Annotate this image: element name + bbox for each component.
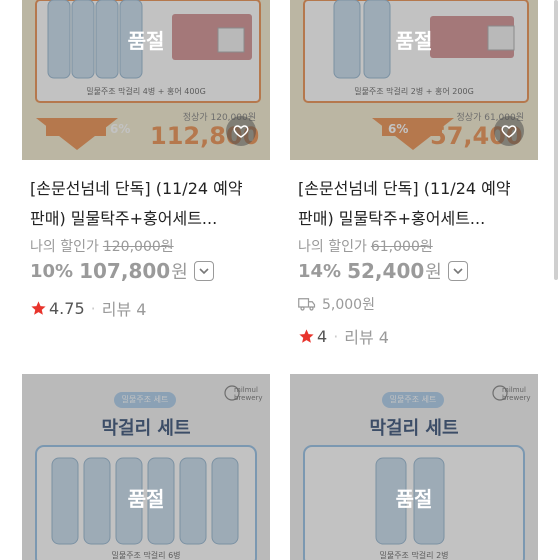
my-price-label: 나의 할인가	[298, 239, 367, 255]
review-count: 리뷰 4	[344, 328, 389, 347]
my-price-row: 나의 할인가 61,000원	[298, 236, 433, 256]
wishlist-heart-button[interactable]	[494, 116, 524, 146]
product-title-line: 판매) 밀물탁주+홍어세트...	[298, 209, 486, 228]
soldout-label: 품절	[127, 29, 165, 53]
review-count: 리뷰 4	[101, 300, 147, 319]
star-icon	[299, 328, 314, 343]
product-card[interactable]: 밀물주조 세트 milmul brewery 막걸리 세트 밀물주조 막걸리 6…	[22, 374, 270, 560]
soldout-label: 품절	[127, 487, 165, 511]
product-image[interactable]: 밀물주조 세트 milmul brewery 막걸리 세트 밀물주조 막걸리 2…	[290, 374, 538, 560]
product-card[interactable]: 밀물주조 막걸리 4병 + 홍어 400G 정상가 120,000원 6% 11…	[22, 0, 270, 330]
currency: 원	[171, 262, 188, 283]
product-card[interactable]: 밀물주조 세트 milmul brewery 막걸리 세트 밀물주조 막걸리 2…	[290, 374, 538, 560]
my-price-label: 나의 할인가	[30, 239, 99, 255]
product-title-line: [손문선넘네 단독] (11/24 예약	[30, 179, 243, 198]
heart-icon	[501, 125, 517, 138]
price-detail-button[interactable]	[193, 261, 214, 281]
price-row: 14% 52,400 원	[298, 258, 468, 284]
shipping-row: 5,000원	[298, 294, 375, 314]
chevron-down-icon	[199, 268, 209, 275]
soldout-overlay	[290, 374, 538, 560]
sale-price: 107,800	[79, 259, 171, 283]
heart-icon	[233, 125, 249, 138]
product-title-line: [손문선넘네 단독] (11/24 예약	[298, 179, 511, 198]
rating-value: 4.75	[49, 298, 85, 318]
original-price: 61,000원	[370, 239, 433, 255]
soldout-label: 품절	[395, 487, 433, 511]
product-title[interactable]: [손문선넘네 단독] (11/24 예약 판매) 밀물탁주+홍어세트...	[30, 174, 270, 234]
rating-row: 4 · 리뷰 4	[298, 324, 389, 348]
separator-dot: ·	[333, 326, 339, 346]
product-title-line: 판매) 밀물탁주+홍어세트...	[30, 209, 218, 228]
wishlist-heart-button[interactable]	[226, 116, 256, 146]
sale-price: 52,400	[347, 259, 425, 283]
star-icon	[31, 300, 46, 315]
soldout-overlay	[22, 374, 270, 560]
price-detail-button[interactable]	[447, 261, 468, 281]
discount-rate: 10%	[30, 260, 74, 282]
chevron-down-icon	[453, 268, 463, 275]
rating-row: 4.75 · 리뷰 4	[30, 296, 146, 320]
currency: 원	[425, 262, 442, 283]
product-card[interactable]: 밀물주조 막걸리 2병 + 홍어 200G 정상가 61,000원 6% 57,…	[290, 0, 538, 350]
rating-value: 4	[317, 326, 328, 346]
truck-icon	[298, 298, 316, 311]
product-image[interactable]: 밀물주조 세트 milmul brewery 막걸리 세트 밀물주조 막걸리 6…	[22, 374, 270, 560]
product-title[interactable]: [손문선넘네 단독] (11/24 예약 판매) 밀물탁주+홍어세트...	[298, 174, 538, 234]
shipping-fee: 5,000원	[322, 297, 375, 313]
product-image[interactable]: 밀물주조 막걸리 4병 + 홍어 400G 정상가 120,000원 6% 11…	[22, 0, 270, 160]
separator-dot: ·	[90, 298, 96, 318]
scrollbar[interactable]	[554, 0, 558, 280]
price-row: 10% 107,800 원	[30, 258, 214, 284]
original-price: 120,000원	[102, 239, 174, 255]
my-price-row: 나의 할인가 120,000원	[30, 236, 174, 256]
discount-rate: 14%	[298, 260, 342, 282]
soldout-label: 품절	[395, 29, 433, 53]
product-image[interactable]: 밀물주조 막걸리 2병 + 홍어 200G 정상가 61,000원 6% 57,…	[290, 0, 538, 160]
